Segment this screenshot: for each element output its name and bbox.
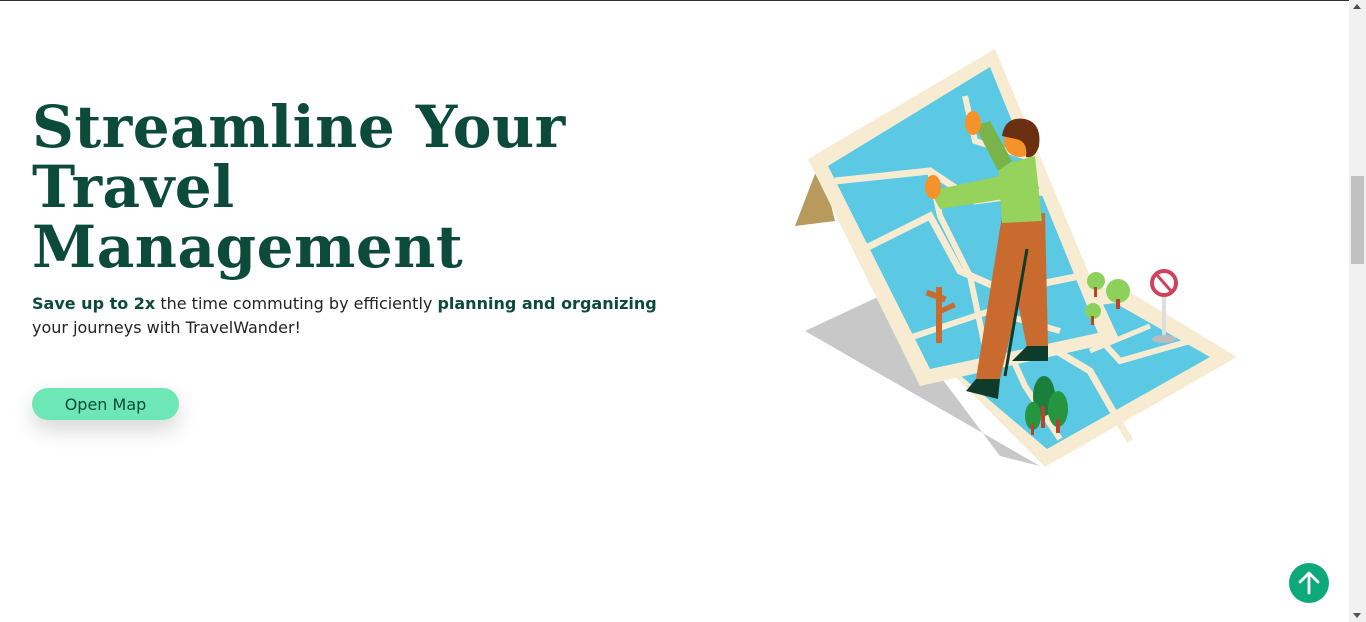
scrollbar-thumb[interactable] xyxy=(1351,176,1364,264)
hero-title-line-2: Travel xyxy=(32,153,235,221)
hero-title-line-3: Management xyxy=(32,213,464,281)
open-map-button[interactable]: Open Map xyxy=(32,388,179,420)
arrow-up-icon xyxy=(1298,571,1320,595)
map-illustration xyxy=(795,49,1237,467)
hero-highlight-savings: Save up to 2x xyxy=(32,294,156,313)
scroll-down-arrow-icon[interactable] xyxy=(1353,613,1361,618)
hero-title: Streamline Your Travel Management xyxy=(32,97,672,277)
page-scrollbar[interactable] xyxy=(1349,0,1366,622)
hero-description: Save up to 2x the time commuting by effi… xyxy=(32,292,692,340)
hero-highlight-planning: planning and organizing xyxy=(437,294,657,313)
hero-section: Streamline Your Travel Management Save u… xyxy=(0,1,1349,622)
scroll-up-arrow-icon[interactable] xyxy=(1353,4,1361,9)
hero-text-segment-end: your journeys with TravelWander! xyxy=(32,318,301,337)
hero-title-line-1: Streamline Your xyxy=(32,93,566,161)
hero-text-segment: the time commuting by efficiently xyxy=(155,294,438,313)
scroll-to-top-button[interactable] xyxy=(1289,563,1329,603)
